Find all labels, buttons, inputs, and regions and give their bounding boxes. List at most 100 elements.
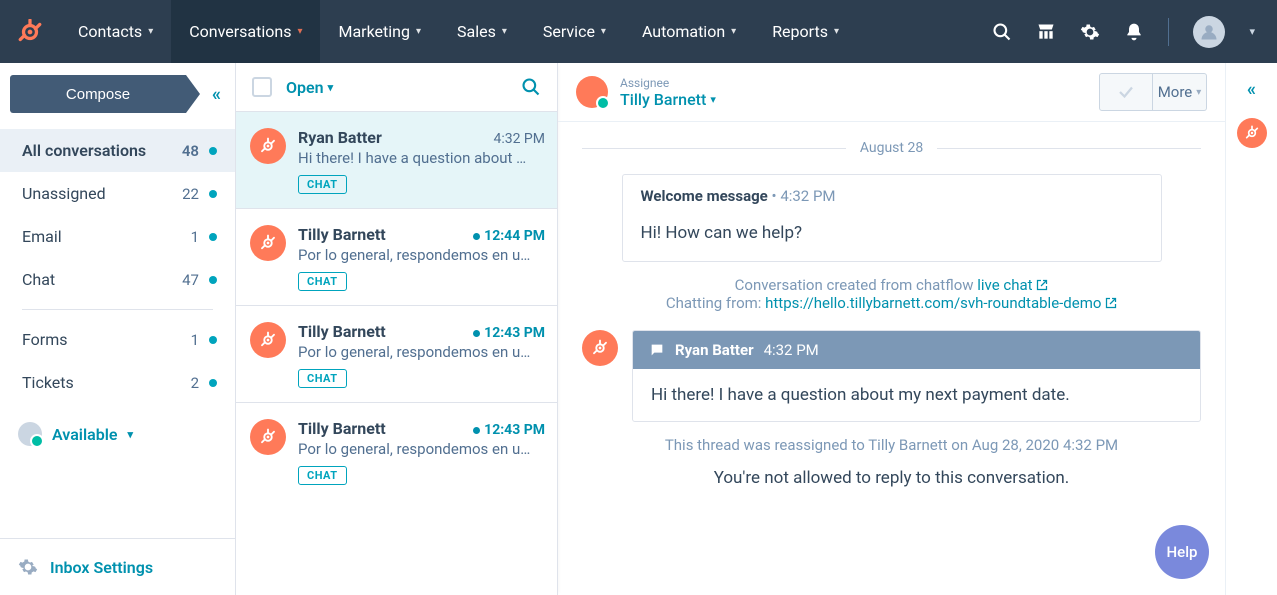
- unread-dot-icon: [473, 427, 480, 434]
- sidebar-item-label: All conversations: [22, 141, 182, 160]
- sidebar: Compose « All conversations48 Unassigned…: [0, 63, 236, 595]
- compose-button[interactable]: Compose: [10, 75, 186, 113]
- welcome-message-card: Welcome message • 4:32 PM Hi! How can we…: [622, 174, 1162, 262]
- chevron-down-icon: ▾: [731, 26, 736, 37]
- sidebar-item-label: Tickets: [22, 373, 191, 392]
- sidebar-item-count: 22: [182, 185, 199, 203]
- sidebar-item-tickets[interactable]: Tickets2: [0, 361, 235, 404]
- unread-dot-icon: [209, 233, 217, 241]
- marketplace-icon[interactable]: [1036, 22, 1056, 42]
- help-button[interactable]: Help: [1155, 525, 1209, 579]
- assignee-name: Tilly Barnett: [620, 90, 706, 109]
- welcome-label: Welcome message: [641, 187, 768, 205]
- thread-time: 12:43 PM: [473, 325, 545, 341]
- nav-label: Automation: [642, 22, 725, 41]
- check-icon: [1117, 83, 1135, 101]
- user-avatar-icon: [18, 422, 42, 446]
- message-row: Ryan Batter 4:32 PM Hi there! I have a q…: [582, 330, 1201, 422]
- search-icon[interactable]: [992, 22, 1012, 42]
- nav-label: Sales: [457, 22, 496, 41]
- account-avatar[interactable]: [1193, 16, 1225, 48]
- mark-complete-button[interactable]: [1099, 73, 1153, 111]
- more-actions-button[interactable]: More▾: [1153, 73, 1207, 111]
- nav-label: Contacts: [78, 22, 142, 41]
- nav-label: Service: [543, 22, 595, 41]
- account-menu-caret[interactable]: ▾: [1249, 25, 1255, 38]
- select-all-checkbox[interactable]: [252, 77, 272, 97]
- welcome-time: 4:32 PM: [780, 187, 835, 205]
- chat-icon: [649, 342, 665, 358]
- thread-preview: Hi there! I have a question about …: [298, 149, 545, 167]
- inbox-settings-link[interactable]: Inbox Settings: [0, 538, 235, 595]
- thread-item[interactable]: Tilly Barnett 12:43 PM Por lo general, re…: [236, 305, 557, 402]
- nav-automation[interactable]: Automation ▾: [624, 0, 754, 63]
- sender-avatar-icon: [582, 330, 618, 366]
- sidebar-item-count: 2: [191, 374, 199, 392]
- collapse-right-rail-icon[interactable]: «: [1247, 79, 1256, 100]
- channel-badge: CHAT: [298, 175, 347, 194]
- sidebar-item-count: 1: [191, 228, 199, 246]
- sidebar-item-all-conversations[interactable]: All conversations48: [0, 129, 235, 172]
- chevron-down-icon: ▾: [710, 93, 716, 106]
- nav-conversations[interactable]: Conversations▾: [171, 0, 320, 63]
- chevron-down-icon: ▾: [601, 26, 606, 37]
- thread-name: Tilly Barnett: [298, 322, 386, 341]
- date-label: August 28: [846, 140, 937, 156]
- date-separator: August 28: [582, 140, 1201, 156]
- sidebar-item-count: 1: [191, 331, 199, 349]
- nav-marketing[interactable]: Marketing▾: [320, 0, 439, 63]
- more-label: More: [1158, 83, 1193, 101]
- assignee-avatar-icon: [576, 76, 608, 108]
- nav-reports[interactable]: Reports▾: [754, 0, 857, 63]
- thread-item[interactable]: Tilly Barnett12:44 PM Por lo general, re…: [236, 208, 557, 305]
- sidebar-item-email[interactable]: Email1: [0, 215, 235, 258]
- chevron-down-icon: ▾: [834, 26, 839, 37]
- collapse-sidebar-icon[interactable]: «: [208, 84, 225, 105]
- logo[interactable]: [0, 19, 60, 45]
- sidebar-item-forms[interactable]: Forms1: [0, 318, 235, 361]
- chatflow-link[interactable]: live chat: [977, 276, 1048, 294]
- topnav-right: ▾: [992, 16, 1277, 48]
- search-icon[interactable]: [521, 77, 541, 97]
- contact-avatar-icon: [250, 322, 286, 358]
- top-nav: Contacts▾ Conversations▾ Marketing▾ Sale…: [0, 0, 1277, 63]
- source-url-link[interactable]: https://hello.tillybarnett.com/svh-round…: [765, 294, 1117, 312]
- chevron-down-icon: ▾: [297, 26, 302, 37]
- assignee-label: Assignee: [620, 76, 716, 90]
- thread-name: Ryan Batter: [298, 128, 382, 147]
- sidebar-item-unassigned[interactable]: Unassigned22: [0, 172, 235, 215]
- nav-label: Marketing: [338, 22, 409, 41]
- settings-icon[interactable]: [1080, 22, 1100, 42]
- contact-avatar-icon: [250, 225, 286, 261]
- nav-service[interactable]: Service ▾: [525, 0, 624, 63]
- nav-items: Contacts▾ Conversations▾ Marketing▾ Sale…: [60, 0, 857, 63]
- hubspot-logo-icon: [17, 19, 43, 45]
- channel-badge: CHAT: [298, 369, 347, 388]
- thread-preview: Por lo general, respondemos en u…: [298, 343, 545, 361]
- unread-dot-icon: [209, 276, 217, 284]
- thread-preview: Por lo general, respondemos en u…: [298, 246, 545, 264]
- unread-dot-icon: [209, 147, 217, 155]
- availability-label: Available: [52, 425, 117, 444]
- assignee-picker[interactable]: Tilly Barnett ▾: [620, 90, 716, 109]
- status-filter-label: Open: [286, 78, 324, 97]
- sidebar-item-label: Forms: [22, 330, 191, 349]
- status-filter[interactable]: Open▾: [286, 78, 333, 97]
- hubspot-sprocket-icon[interactable]: [1237, 118, 1267, 148]
- conversation-pane: Assignee Tilly Barnett▾ More▾ August 28 …: [558, 63, 1225, 595]
- thread-time: 12:44 PM: [473, 228, 545, 244]
- unread-dot-icon: [473, 233, 480, 240]
- contact-avatar-icon: [250, 128, 286, 164]
- thread-item[interactable]: Tilly Barnett12:43 PM Por lo general, re…: [236, 402, 557, 499]
- message-sender: Ryan Batter: [675, 341, 754, 359]
- nav-sales[interactable]: Sales▾: [439, 0, 525, 63]
- right-rail: «: [1225, 63, 1277, 595]
- notifications-icon[interactable]: [1124, 22, 1144, 42]
- nav-contacts[interactable]: Contacts▾: [60, 0, 171, 63]
- availability-toggle[interactable]: Available ▾: [0, 408, 235, 460]
- sidebar-item-chat[interactable]: Chat47: [0, 258, 235, 301]
- thread-item[interactable]: Ryan Batter4:32 PM Hi there! I have a qu…: [236, 111, 557, 208]
- unread-dot-icon: [209, 190, 217, 198]
- unread-dot-icon: [209, 336, 217, 344]
- unread-dot-icon: [473, 330, 480, 337]
